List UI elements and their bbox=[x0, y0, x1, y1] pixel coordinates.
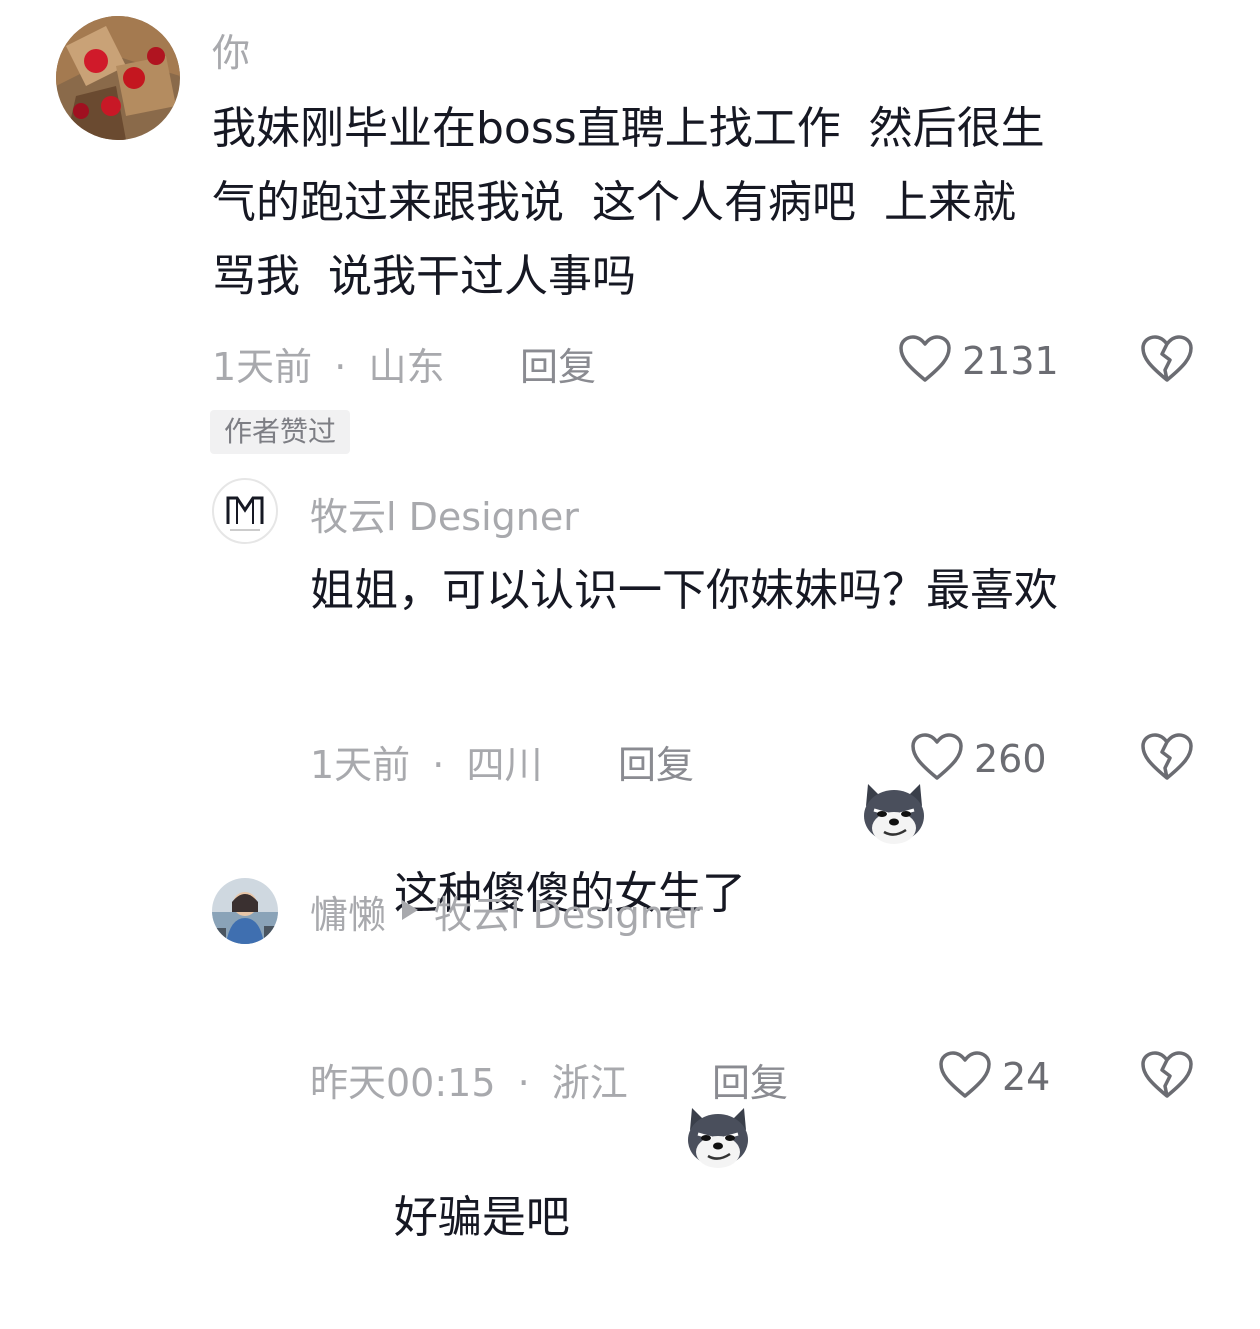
meta-separator: · bbox=[334, 345, 347, 389]
heart-outline-icon bbox=[898, 334, 952, 388]
comment-text-line: 我妹刚毕业在boss直聘上找工作 然后很生 bbox=[212, 103, 1045, 154]
comment-text-line: 气的跑过来跟我说 这个人有病吧 上来就 bbox=[212, 177, 1016, 228]
meta-separator: · bbox=[432, 743, 445, 787]
comment-time: 1天前 bbox=[212, 345, 313, 389]
avatar[interactable] bbox=[56, 16, 180, 140]
broken-heart-icon bbox=[1140, 335, 1194, 388]
comment-text: 我妹刚毕业在boss直聘上找工作 然后很生 气的跑过来跟我说 这个人有病吧 上来… bbox=[212, 92, 1222, 314]
meta-separator: · bbox=[517, 1061, 530, 1105]
triangle-right-icon bbox=[400, 898, 420, 926]
comment-meta: 昨天00:15 · 浙江 bbox=[310, 1052, 628, 1107]
heart-outline-icon bbox=[938, 1050, 992, 1104]
like-button[interactable]: 2131 bbox=[898, 334, 1059, 388]
comment-text: 好骗是吧 bbox=[310, 952, 1230, 1329]
like-count: 24 bbox=[1002, 1055, 1051, 1099]
smirking-dog-emoji bbox=[746, 702, 924, 844]
reply-to-author[interactable]: 牧云l Designer bbox=[434, 884, 703, 939]
reply-header: 慵懒 牧云l Designer bbox=[310, 884, 703, 939]
like-count: 260 bbox=[974, 737, 1047, 781]
comment-time: 昨天00:15 bbox=[310, 1061, 496, 1105]
heart-outline-icon bbox=[910, 732, 964, 786]
author-liked-badge: 作者赞过 bbox=[210, 410, 351, 454]
dislike-button[interactable] bbox=[1140, 334, 1194, 388]
comment-author[interactable]: 你 bbox=[212, 22, 250, 77]
dislike-button[interactable] bbox=[1140, 1050, 1194, 1104]
comment-text-line: 骂我 说我干过人事吗 bbox=[212, 251, 636, 302]
like-button[interactable]: 24 bbox=[938, 1050, 1050, 1104]
comment-meta: 1天前 · 四川 bbox=[310, 734, 542, 789]
like-button[interactable]: 260 bbox=[910, 732, 1047, 786]
reply-button[interactable]: 回复 bbox=[520, 336, 596, 391]
avatar[interactable] bbox=[212, 478, 278, 544]
avatar[interactable] bbox=[212, 878, 278, 944]
like-count: 2131 bbox=[962, 339, 1059, 383]
comment-location: 四川 bbox=[466, 743, 543, 787]
comment-location: 山东 bbox=[368, 345, 445, 389]
comment-author[interactable]: 慵懒 bbox=[310, 884, 386, 939]
comment-text-line: 姐姐，可以认识一下你妹妹吗？最喜欢 bbox=[310, 565, 1058, 616]
comment-text-line: 这种傻傻的女生了 bbox=[310, 628, 1230, 1005]
comment-meta: 1天前 · 山东 bbox=[212, 336, 444, 391]
broken-heart-icon bbox=[1140, 1051, 1194, 1104]
comment-text-segment: 好骗是吧 bbox=[393, 1192, 570, 1243]
broken-heart-icon bbox=[1140, 733, 1194, 786]
comment-author[interactable]: 牧云l Designer bbox=[310, 486, 579, 541]
dislike-button[interactable] bbox=[1140, 732, 1194, 786]
reply-button[interactable]: 回复 bbox=[712, 1052, 788, 1107]
comment-location: 浙江 bbox=[551, 1061, 628, 1105]
comment-text-line: 好骗是吧 bbox=[310, 952, 1230, 1329]
reply-button[interactable]: 回复 bbox=[618, 734, 694, 789]
comment-time: 1天前 bbox=[310, 743, 411, 787]
